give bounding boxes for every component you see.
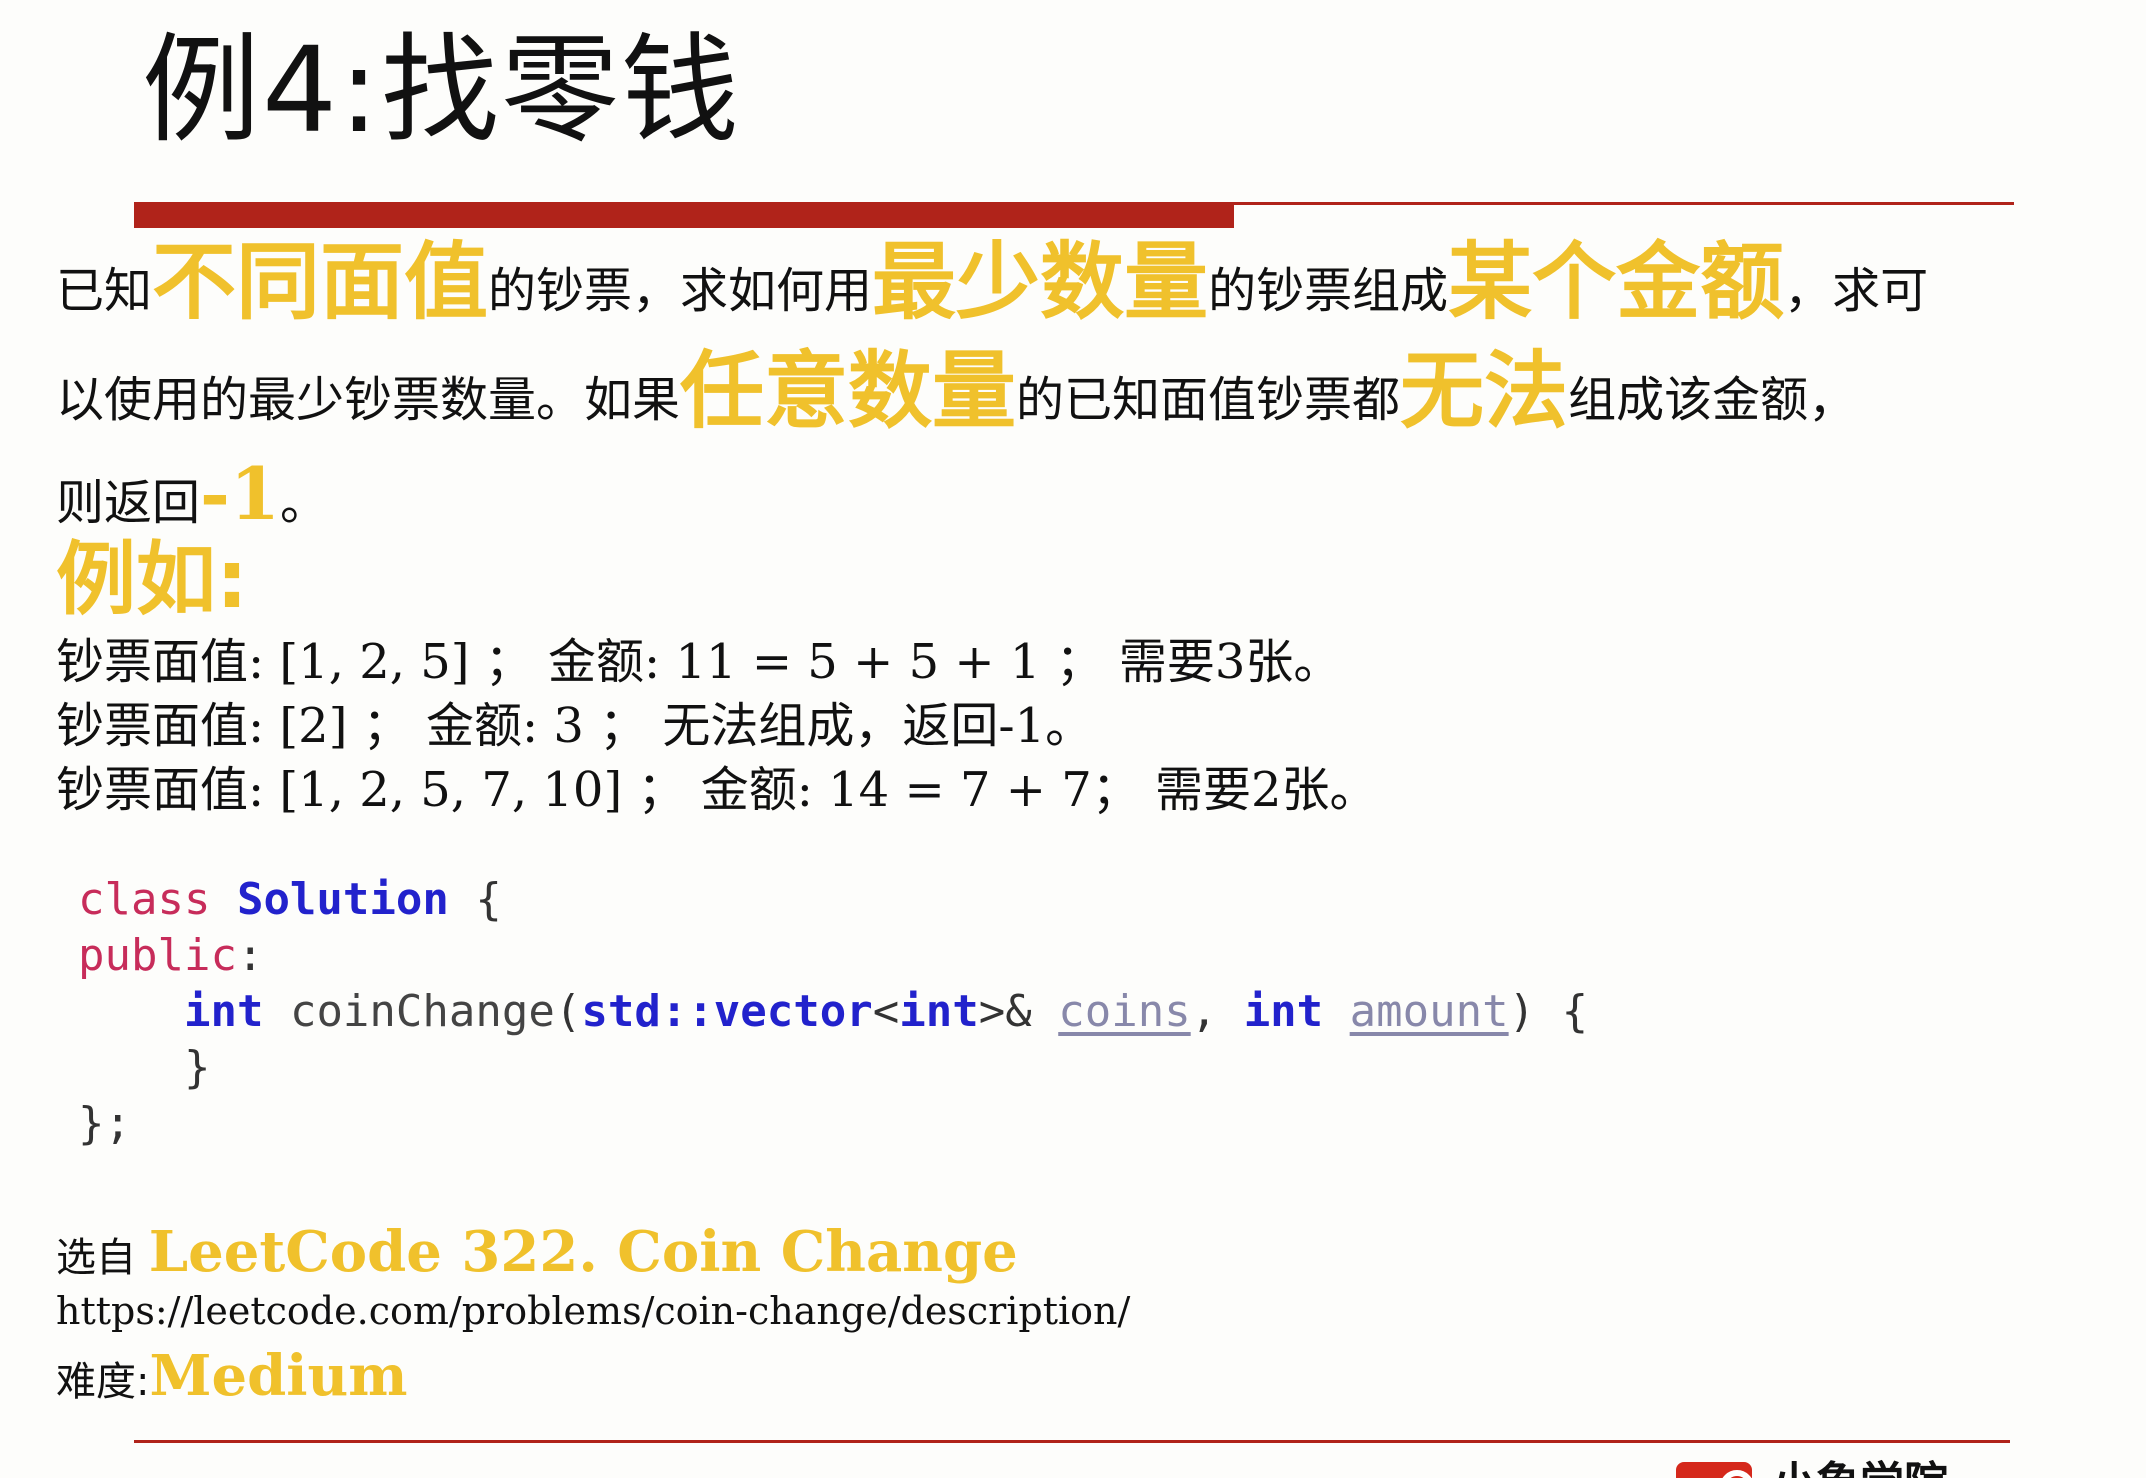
logo: 小象学院 (1676, 1458, 2016, 1478)
example-row: 钞票面值: [1, 2, 5] ； 金额: 11 = 5 + 5 + 1 ； 需… (56, 634, 1342, 690)
highlight-different-denominations: 不同面值 (152, 233, 489, 331)
code-comma: , (1190, 986, 1218, 1037)
problem-text: 的已知面值钞票都 (1016, 372, 1401, 428)
examples-heading: 例如: (56, 533, 248, 626)
code-class-close: }; (78, 1098, 131, 1149)
slide-title: 例4:找零钱 (142, 21, 741, 159)
code-function-name: coinChange (289, 986, 555, 1037)
source-title: LeetCode 322. Coin Change (148, 1219, 1018, 1285)
code-param-coins: coins (1058, 986, 1191, 1037)
problem-text: 以使用的最少钞票数量。如果 (56, 372, 681, 428)
logo-text: 小象学院 (1772, 1462, 1948, 1478)
code-snippet: class Solution { public: int coinChange(… (78, 872, 1588, 1152)
code-template-close: >& (978, 986, 1032, 1037)
problem-text: ，求可 (1784, 263, 1929, 319)
code-namespace-type: std::vector (581, 986, 873, 1037)
code-paren: ( (554, 986, 582, 1037)
problem-line-2: 以使用的最少钞票数量。如果任意数量的已知面值钞票都无法组成该金额， (56, 341, 2076, 450)
problem-text: 。 (280, 475, 329, 531)
highlight-impossible: 无法 (1400, 342, 1569, 440)
code-param-type: int (1243, 986, 1324, 1037)
examples-list: 钞票面值: [1, 2, 5] ； 金额: 11 = 5 + 5 + 1 ； 需… (56, 630, 1378, 822)
footer-divider (134, 1440, 2010, 1443)
difficulty-label: 难度: (56, 1359, 150, 1405)
code-brace: { (475, 874, 502, 925)
code-class-keyword: class (78, 874, 211, 925)
source-url[interactable]: https://leetcode.com/problems/coin-chang… (56, 1286, 1130, 1336)
code-template-type: int (899, 986, 979, 1037)
title-underline-thin (1234, 202, 2014, 205)
problem-line-1: 已知不同面值的钞票，求如何用最少数量的钞票组成某个金额，求可 (56, 232, 2076, 341)
code-template-open: < (872, 986, 900, 1037)
code-param-amount: amount (1349, 986, 1509, 1037)
source-prefix: 选自 (56, 1235, 136, 1281)
code-public-keyword: public (78, 930, 237, 981)
code-paren: ) (1508, 986, 1536, 1037)
problem-text: 已知 (56, 263, 153, 319)
highlight-any-quantity: 任意数量 (680, 342, 1017, 440)
code-return-type: int (183, 986, 264, 1037)
highlight-minimum-count: 最少数量 (872, 233, 1209, 331)
highlight-some-amount: 某个金额 (1448, 233, 1785, 331)
highlight-minus-one: -1 (200, 451, 280, 536)
code-class-name: Solution (236, 874, 449, 925)
title-underline-thick (134, 202, 1234, 228)
code-brace: { (1561, 986, 1589, 1037)
problem-text: 的钞票，求如何用 (488, 263, 873, 319)
problem-text: 组成该金额， (1568, 372, 1857, 428)
code-brace: } (183, 1042, 211, 1093)
code-colon: : (236, 930, 264, 981)
problem-line-3: 则返回-1。 (56, 450, 2076, 547)
difficulty-line: 难度:Medium (56, 1336, 408, 1422)
problem-statement: 已知不同面值的钞票，求如何用最少数量的钞票组成某个金额，求可 以使用的最少钞票数… (56, 232, 2076, 547)
logo-icon (1676, 1462, 1754, 1478)
problem-text: 的钞票组成 (1208, 263, 1449, 319)
example-row: 钞票面值: [1, 2, 5, 7, 10] ； 金额: 14 = 7 + 7；… (56, 762, 1378, 818)
problem-text: 则返回 (56, 475, 201, 531)
example-row: 钞票面值: [2] ； 金额: 3 ； 无法组成，返回-1。 (56, 698, 1094, 754)
difficulty-value: Medium (149, 1343, 408, 1409)
